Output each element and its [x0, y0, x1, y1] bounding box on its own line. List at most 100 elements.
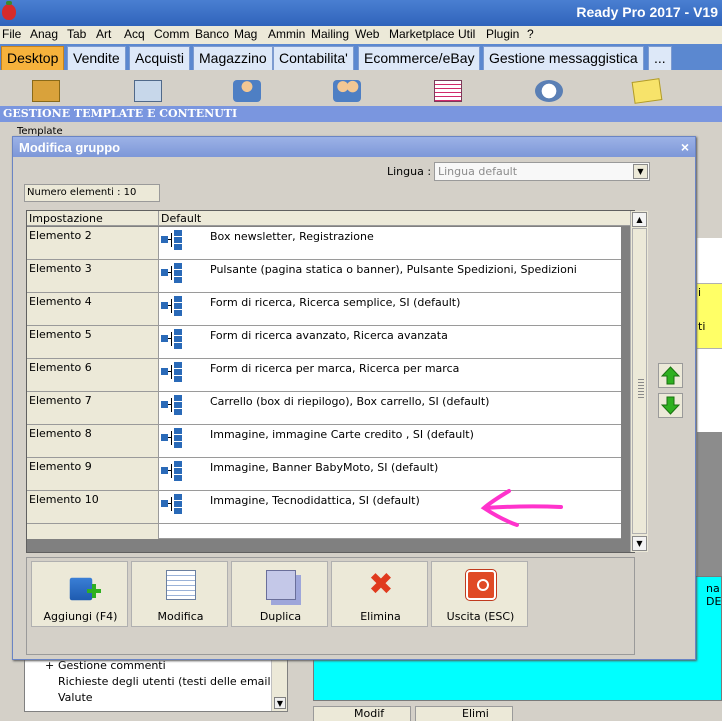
tree-structure-icon[interactable]	[160, 427, 184, 449]
chevron-up-icon[interactable]: ▲	[632, 212, 647, 227]
tab-vendite[interactable]: Vendite	[67, 46, 126, 70]
people-icon[interactable]	[333, 80, 361, 102]
box-icon[interactable]	[32, 80, 60, 102]
tree-structure-icon[interactable]	[160, 493, 184, 515]
menu-tab[interactable]: Tab	[67, 27, 86, 41]
menu-bar: File Anag Tab Art Acq Comm Banco Mag Amm…	[0, 26, 722, 44]
exit-button[interactable]: Uscita (ESC)	[431, 561, 528, 627]
note-icon[interactable]	[631, 78, 663, 104]
chevron-down-icon[interactable]: ▼	[632, 536, 647, 551]
exit-button-label: Uscita (ESC)	[446, 610, 515, 623]
column-header-impostazione[interactable]: Impostazione	[29, 212, 103, 225]
row-value: Form di ricerca avanzato, Ricerca avanza…	[210, 329, 448, 342]
tree-structure-icon[interactable]	[160, 394, 184, 416]
exit-icon	[466, 570, 496, 600]
menu-util[interactable]: Util	[458, 27, 475, 41]
background-tree[interactable]: + Gestione commenti Richieste degli uten…	[24, 656, 288, 712]
scrollbar-thumb[interactable]	[632, 228, 647, 534]
menu-marketplace[interactable]: Marketplace	[389, 27, 454, 41]
tree-item-gestione-commenti[interactable]: Gestione commenti	[58, 659, 166, 672]
chevron-down-icon[interactable]: ▼	[274, 697, 286, 709]
row-value: Pulsante (pagina statica o banner), Puls…	[210, 263, 577, 276]
edit-button-label: Modifica	[157, 610, 204, 623]
delete-button[interactable]: ✖ Elimina	[331, 561, 428, 627]
menu-mailing[interactable]: Mailing	[311, 27, 349, 41]
arrow-down-icon	[661, 396, 680, 415]
dialog-titlebar: Modifica gruppo ×	[13, 137, 695, 157]
person-icon[interactable]	[233, 80, 261, 102]
tab-desktop[interactable]: Desktop	[1, 46, 65, 70]
duplicate-icon	[266, 570, 296, 600]
row-name: Elemento 6	[27, 359, 159, 391]
language-select[interactable]: Lingua default ▼	[434, 162, 650, 181]
tab-gestione-messaggistica[interactable]: Gestione messaggistica	[483, 46, 644, 70]
tab-acquisti[interactable]: Acquisti	[129, 46, 191, 70]
menu-web[interactable]: Web	[355, 27, 379, 41]
menu-comm[interactable]: Comm	[154, 27, 189, 41]
desktop-toolbar	[0, 70, 722, 106]
row-value: Carrello (box di riepilogo), Box carrell…	[210, 395, 490, 408]
row-name: Elemento 10	[27, 491, 159, 523]
add-button[interactable]: Aggiungi (F4)	[31, 561, 128, 627]
close-icon[interactable]: ×	[681, 139, 689, 155]
strawberry-app-icon	[2, 1, 16, 20]
column-header-default[interactable]: Default	[161, 212, 201, 225]
table-row[interactable]: Elemento 5 Form di ricerca avanzato, Ric…	[27, 326, 621, 359]
language-label: Lingua :	[387, 165, 432, 178]
menu-plugin[interactable]: Plugin	[486, 27, 519, 41]
row-name-empty	[27, 524, 159, 539]
tree-item-valute[interactable]: Valute	[58, 691, 93, 704]
dialog-title: Modifica gruppo	[19, 140, 121, 155]
tree-expander[interactable]: +	[45, 659, 54, 672]
menu-art[interactable]: Art	[96, 27, 111, 41]
table-row[interactable]: Elemento 7 Carrello (box di riepilogo), …	[27, 392, 621, 425]
tab-magazzino[interactable]: Magazzino	[193, 46, 273, 70]
menu-mag[interactable]: Mag	[234, 27, 257, 41]
table-row[interactable]: Elemento 4 Form di ricerca, Ricerca semp…	[27, 293, 621, 326]
duplicate-button[interactable]: Duplica	[231, 561, 328, 627]
calculator-icon[interactable]	[134, 80, 162, 102]
menu-acq[interactable]: Acq	[124, 27, 145, 41]
language-select-value: Lingua default	[438, 165, 518, 178]
menu-ammin[interactable]: Ammin	[268, 27, 305, 41]
menu-banco[interactable]: Banco	[195, 27, 229, 41]
edit-button[interactable]: Modifica	[131, 561, 228, 627]
tree-structure-icon[interactable]	[160, 262, 184, 284]
clock-icon[interactable]	[535, 80, 563, 102]
table-row[interactable]: Elemento 2 Box newsletter, Registrazione	[27, 227, 621, 260]
table-row[interactable]: Elemento 3 Pulsante (pagina statica o ba…	[27, 260, 621, 293]
tree-structure-icon[interactable]	[160, 229, 184, 251]
menu-help[interactable]: ?	[527, 27, 534, 41]
arrow-up-icon	[661, 366, 680, 385]
table-row[interactable]: Elemento 8 Immagine, immagine Carte cred…	[27, 425, 621, 458]
row-name: Elemento 3	[27, 260, 159, 292]
chevron-down-icon[interactable]: ▼	[633, 164, 648, 179]
row-name: Elemento 8	[27, 425, 159, 457]
row-value: Immagine, Tecnodidattica, SI (default)	[210, 494, 420, 507]
tree-structure-icon[interactable]	[160, 295, 184, 317]
tab-contabilita[interactable]: Contabilita'	[273, 46, 354, 70]
grid-scrollbar[interactable]: ▲ ▼	[630, 211, 648, 552]
row-value: Form di ricerca per marca, Ricerca per m…	[210, 362, 460, 375]
background-edit-button[interactable]: Modif	[313, 706, 411, 721]
move-up-button[interactable]	[658, 363, 683, 388]
background-preview-text: na DE	[706, 582, 722, 608]
document-icon[interactable]	[434, 80, 462, 102]
delete-icon: ✖	[368, 567, 394, 602]
tree-structure-icon[interactable]	[160, 361, 184, 383]
row-value: Immagine, immagine Carte credito , SI (d…	[210, 428, 474, 441]
row-name: Elemento 4	[27, 293, 159, 325]
menu-anag[interactable]: Anag	[30, 27, 58, 41]
tree-structure-icon[interactable]	[160, 328, 184, 350]
tree-item-richieste-utenti[interactable]: Richieste degli utenti (testi delle emai…	[58, 675, 275, 688]
table-row[interactable]: Elemento 6 Form di ricerca per marca, Ri…	[27, 359, 621, 392]
background-delete-button[interactable]: Elimi	[415, 706, 513, 721]
action-bar: Aggiungi (F4) Modifica Duplica ✖ Elimina…	[26, 557, 635, 655]
tab-more[interactable]: ...	[648, 46, 672, 70]
tab-ecommerce-ebay[interactable]: Ecommerce/eBay	[358, 46, 481, 70]
module-tabstrip: Desktop Vendite Acquisti Magazzino Conta…	[0, 44, 722, 70]
menu-file[interactable]: File	[2, 27, 21, 41]
tree-scrollbar[interactable]: ▼	[271, 657, 287, 711]
tree-structure-icon[interactable]	[160, 460, 184, 482]
move-down-button[interactable]	[658, 393, 683, 418]
